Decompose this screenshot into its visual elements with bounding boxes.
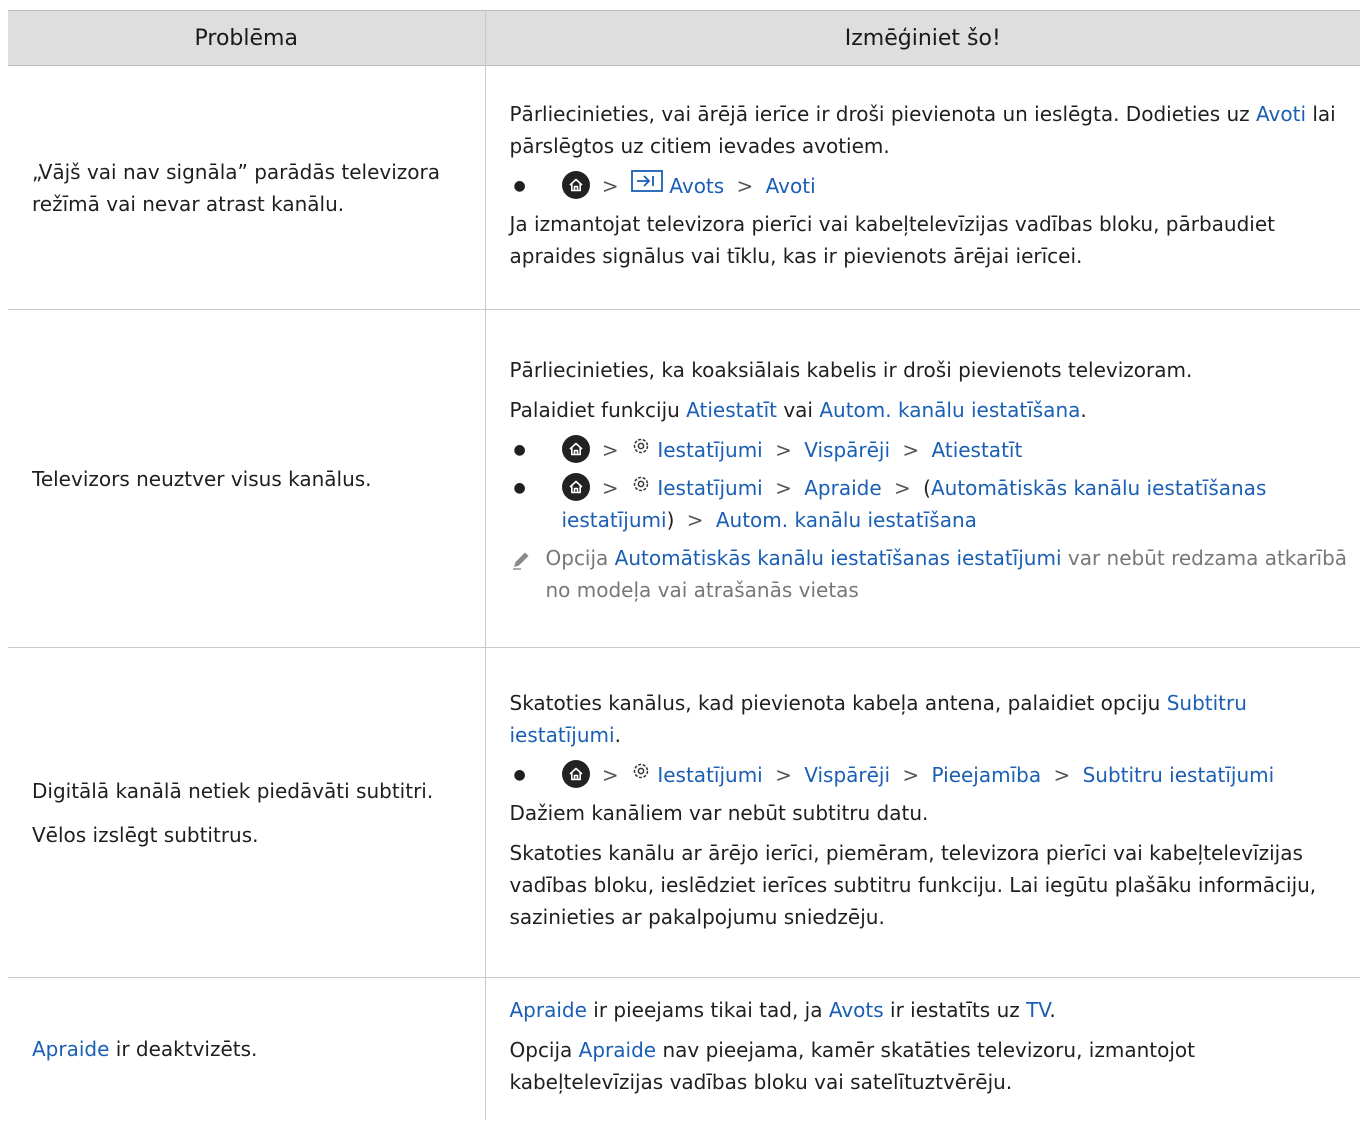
chevron-right-icon: >: [601, 173, 619, 198]
solution-paragraph: Pārliecinieties, ka koaksiālais kabelis …: [509, 357, 1193, 382]
chevron-right-icon: >: [1053, 762, 1071, 787]
link-apraide[interactable]: Apraide: [32, 1037, 109, 1061]
path-item[interactable]: Atiestatīt: [932, 438, 1023, 462]
solution-paragraph: Pārliecinieties, vai ārējā ierīce ir dro…: [510, 98, 1349, 162]
link-autom-kanalu[interactable]: Autom. kanālu iestatīšana: [819, 398, 1080, 422]
home-icon: [561, 473, 590, 501]
solution-paragraph: Apraide ir pieejams tikai tad, ja Avots …: [510, 994, 1349, 1026]
solution-paragraph: Opcija Apraide nav pieejama, kamēr skatā…: [510, 1034, 1349, 1098]
troubleshooting-table: Problēma Izmēģiniet šo! „Vājš vai nav si…: [8, 10, 1360, 1120]
link-avots[interactable]: Avots: [829, 998, 884, 1022]
path-item[interactable]: Iestatījumi: [657, 763, 762, 787]
path-item[interactable]: Vispārēji: [804, 438, 890, 462]
table-header-row: Problēma Izmēģiniet šo!: [8, 10, 1360, 66]
link-auto-settings[interactable]: Automātiskās kanālu iestatīšanas iestatī…: [615, 546, 1062, 570]
text: Opcija: [509, 1038, 579, 1062]
gear-icon: [631, 758, 651, 790]
link-atiestatit[interactable]: Atiestatīt: [686, 398, 777, 422]
chevron-right-icon: >: [686, 507, 704, 532]
pencil-icon: [510, 542, 546, 580]
solution-paragraph: Skatoties kanālu ar ārējo ierīci, piemēr…: [509, 840, 1317, 929]
path-item[interactable]: Autom. kanālu iestatīšana: [716, 508, 977, 532]
path-item[interactable]: Subtitru iestatījumi: [1083, 763, 1275, 787]
chevron-right-icon: >: [601, 437, 619, 462]
path-item[interactable]: Avots: [669, 174, 724, 198]
link-tv[interactable]: TV: [1026, 998, 1049, 1022]
path-item[interactable]: Apraide: [804, 476, 881, 500]
bullet: ●: [513, 766, 526, 783]
text: Pārliecinieties, vai ārējā ierīce ir dro…: [509, 101, 1257, 126]
home-icon: [561, 435, 590, 463]
menu-path: ● > Iestatījumi > Vispārēji > Pieejamība…: [510, 759, 1349, 791]
link-apraide[interactable]: Apraide: [510, 998, 587, 1022]
problem-cell: Digitālā kanālā netiek piedāvāti subtitr…: [8, 647, 486, 978]
path-item[interactable]: Avoti: [766, 174, 816, 198]
text: Palaidiet funkciju: [509, 397, 687, 422]
chevron-right-icon: >: [775, 762, 792, 787]
home-icon: [561, 171, 590, 199]
text: vai: [776, 397, 820, 422]
menu-path: ● > Avots > Avoti: [510, 169, 1349, 202]
solution-cell: Pārliecinieties, vai ārējā ierīce ir dro…: [485, 65, 1360, 310]
problem-text: Digitālā kanālā netiek piedāvāti subtitr…: [32, 778, 434, 803]
chevron-right-icon: >: [894, 475, 911, 500]
solution-paragraph: Skatoties kanālus, kad pievienota kabeļa…: [510, 687, 1349, 751]
text: .: [1080, 397, 1087, 422]
source-icon: [631, 169, 663, 202]
solution-paragraph: Dažiem kanāliem var nebūt subtitru datu.: [509, 800, 929, 825]
problem-cell: „Vājš vai nav signāla” parādās televizor…: [8, 65, 486, 310]
table-row: „Vājš vai nav signāla” parādās televizor…: [8, 65, 1360, 310]
link-avoti[interactable]: Avoti: [1256, 102, 1306, 126]
bullet: ●: [513, 479, 526, 496]
text: ir iestatīts uz: [883, 998, 1027, 1022]
table-row: Digitālā kanālā netiek piedāvāti subtitr…: [8, 647, 1360, 978]
path-item[interactable]: Vispārēji: [804, 763, 890, 787]
bullet: ●: [513, 441, 526, 458]
chevron-right-icon: >: [902, 762, 920, 787]
menu-path: ● > Iestatījumi > Apraide > (Automātiskā…: [510, 472, 1349, 536]
chevron-right-icon: >: [736, 173, 754, 198]
text: Skatoties kanālus, kad pievienota kabeļa…: [509, 690, 1167, 715]
problem-text: Vēlos izslēgt subtitrus.: [32, 822, 259, 847]
chevron-right-icon: >: [601, 475, 619, 500]
chevron-right-icon: >: [902, 437, 920, 462]
table-row: Apraide ir deaktvizēts. Apraide ir pieej…: [8, 977, 1360, 1121]
text: .: [614, 722, 621, 747]
gear-icon: [631, 471, 651, 503]
text: .: [1049, 998, 1056, 1022]
path-item[interactable]: Pieejamība: [932, 763, 1042, 787]
menu-path: ● > Iestatījumi > Vispārēji > Atiestatīt: [510, 434, 1349, 466]
problem-text: „Vājš vai nav signāla” parādās televizor…: [32, 159, 440, 216]
solution-cell: Apraide ir pieejams tikai tad, ja Avots …: [485, 978, 1360, 1121]
chevron-right-icon: >: [775, 475, 792, 500]
problem-cell: Televizors neuztver visus kanālus.: [8, 309, 486, 648]
note: Opcija Automātiskās kanālu iestatīšanas …: [510, 542, 1349, 606]
table-row: Televizors neuztver visus kanālus. Pārli…: [8, 309, 1360, 648]
solution-paragraph: Palaidiet funkciju Atiestatīt vai Autom.…: [510, 394, 1349, 426]
column-header-problem: Problēma: [8, 10, 486, 66]
text: ir pieejams tikai tad, ja: [586, 998, 829, 1022]
path-item[interactable]: Iestatījumi: [657, 438, 762, 462]
link-apraide[interactable]: Apraide: [579, 1038, 656, 1062]
problem-cell: Apraide ir deaktvizēts.: [8, 977, 486, 1120]
home-icon: [561, 760, 590, 788]
solution-paragraph: Ja izmantojat televizora pierīci vai kab…: [509, 211, 1276, 268]
gear-icon: [631, 433, 651, 465]
text: Opcija: [545, 545, 615, 570]
chevron-right-icon: >: [775, 437, 792, 462]
path-item[interactable]: Iestatījumi: [657, 476, 762, 500]
chevron-right-icon: >: [601, 762, 619, 787]
problem-text: Televizors neuztver visus kanālus.: [32, 466, 372, 491]
problem-text: ir deaktvizēts.: [109, 1037, 258, 1061]
column-header-solution: Izmēģiniet šo!: [485, 10, 1360, 66]
bullet: ●: [513, 177, 526, 194]
solution-cell: Skatoties kanālus, kad pievienota kabeļa…: [485, 647, 1360, 978]
solution-cell: Pārliecinieties, ka koaksiālais kabelis …: [485, 309, 1360, 648]
